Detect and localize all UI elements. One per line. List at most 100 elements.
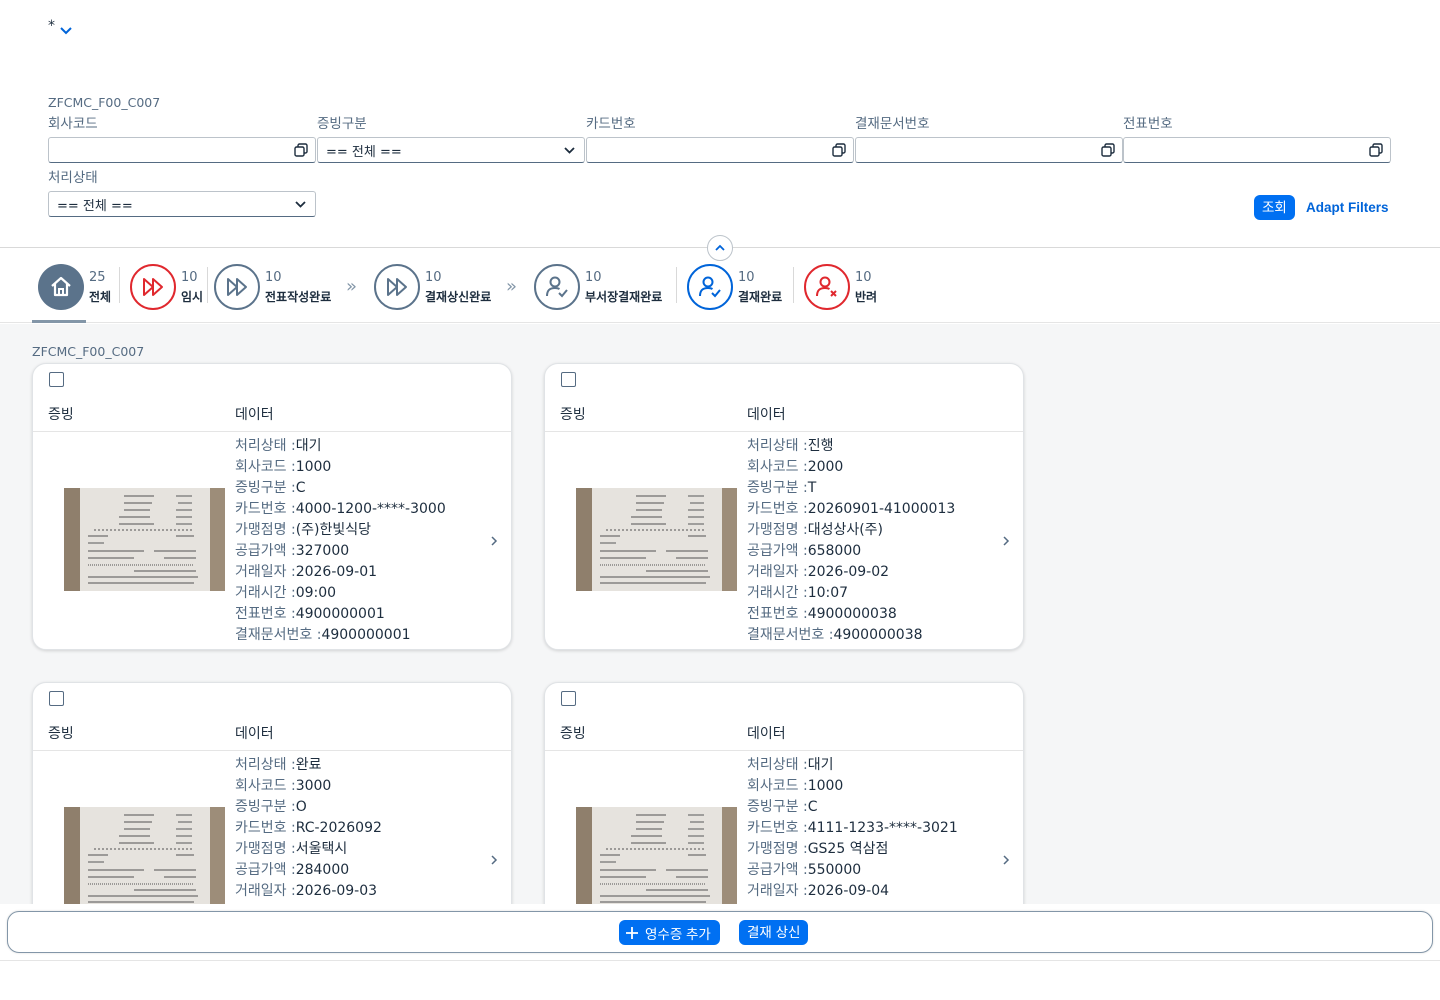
field-key: 회사코드 :	[235, 459, 296, 475]
chevron-down-icon[interactable]	[294, 198, 307, 211]
card-header: 증빙 데이터	[33, 402, 511, 432]
footer-toolbar: 영수증 추가 결재 상신	[7, 911, 1433, 953]
field-label: 카드번호	[586, 116, 636, 132]
step-count: 10	[855, 270, 872, 285]
step-label: 전체	[89, 290, 112, 304]
flow-arrow: »	[346, 276, 358, 297]
chevron-right-icon[interactable]	[1001, 534, 1011, 548]
card-number-input[interactable]	[586, 137, 854, 163]
field-value: 550000	[807, 862, 862, 878]
content-area: ZFCMC_F00_C007 증빙 데이터 처리상태:대기 회사코드:100…	[0, 324, 1440, 904]
step-rejected[interactable]: 10 반려	[804, 262, 877, 312]
field-row: 처리상태 :진행	[747, 436, 955, 457]
field-row: 가맹점명 :서울택시	[235, 839, 382, 860]
chevron-down-icon[interactable]	[59, 26, 73, 36]
field-label: 증빙구분	[317, 116, 367, 132]
field-key: 증빙구분 :	[235, 799, 296, 815]
receipt-card[interactable]: 증빙 데이터	[544, 682, 1024, 904]
field-row: 가맹점명 :대성상사(주)	[747, 520, 955, 541]
value-help-icon[interactable]	[832, 143, 846, 157]
step-count: 25	[89, 270, 106, 285]
chevron-right-icon[interactable]	[1001, 853, 1011, 867]
field-value: 327000	[295, 543, 350, 559]
add-receipt-button[interactable]: 영수증 추가	[619, 920, 720, 945]
chevron-right-icon[interactable]	[489, 853, 499, 867]
field-value: 2026-09-01	[295, 564, 378, 580]
adapt-filters-button[interactable]: Adapt Filters	[1306, 195, 1389, 220]
field-row: 처리상태 :대기	[235, 436, 446, 457]
step-all[interactable]: 25 전체	[38, 262, 111, 312]
home-icon	[38, 264, 84, 310]
field-row: 전표번호 :4900000001	[235, 604, 446, 625]
select-checkbox[interactable]	[561, 372, 576, 387]
field-key: 회사코드 :	[747, 778, 808, 794]
field-value: 2026-09-03	[295, 883, 378, 899]
process-status-select[interactable]: == 전체 ==	[48, 191, 316, 217]
receipt-image	[576, 807, 737, 904]
company-code-input[interactable]	[48, 137, 316, 163]
step-count: 10	[181, 270, 198, 285]
field-row: 처리상태 :대기	[747, 755, 958, 776]
value-help-icon[interactable]	[1101, 143, 1115, 157]
divider	[207, 267, 208, 303]
select-checkbox[interactable]	[49, 372, 64, 387]
step-label: 전표작성완료	[265, 290, 332, 304]
field-value: == 전체 ==	[57, 198, 133, 214]
field-key: 가맹점명 :	[235, 522, 296, 538]
step-dept-head-approved[interactable]: 10 부서장결재완료	[534, 262, 662, 312]
receipt-card[interactable]: 증빙 데이터	[32, 682, 512, 904]
chevron-down-icon[interactable]	[563, 144, 576, 157]
field-key: 거래시간 :	[235, 585, 296, 601]
content-title: ZFCMC_F00_C007	[32, 344, 145, 359]
step-count: 10	[738, 270, 755, 285]
go-button[interactable]: 조회	[1254, 195, 1295, 220]
field-key: 회사코드 :	[747, 459, 808, 475]
field-value: 2026-09-02	[807, 564, 890, 580]
page-title: *	[48, 18, 55, 34]
divider	[0, 960, 1440, 961]
submit-approval-button[interactable]: 결재 상신	[739, 920, 809, 945]
approval-doc-number-input[interactable]	[855, 137, 1123, 163]
field-row: 카드번호 :RC-2026092	[235, 818, 382, 839]
app-root: * ZFCMC_F00_C007 회사코드 증빙구분 == 전체 == 카드번호	[0, 0, 1440, 1000]
field-row: 회사코드 :1000	[747, 776, 958, 797]
field-value: 4000-1200-****-3000	[295, 501, 446, 517]
field-row: 카드번호 :4111-1233-****-3021	[747, 818, 958, 839]
evidence-type-select[interactable]: == 전체 ==	[317, 137, 585, 163]
chevron-right-icon[interactable]	[489, 534, 499, 548]
divider	[793, 267, 794, 303]
field-key: 증빙구분 :	[747, 480, 808, 496]
field-row: 증빙구분 :C	[747, 797, 958, 818]
value-help-icon[interactable]	[294, 143, 308, 157]
receipt-card[interactable]: 증빙 데이터	[544, 363, 1024, 650]
field-row: 공급가액 :550000	[747, 860, 958, 881]
page-title-area[interactable]: *	[48, 18, 73, 36]
field-value: 4900000038	[807, 606, 897, 622]
field-row: 전표번호 :4900000038	[747, 604, 955, 625]
select-checkbox[interactable]	[49, 691, 64, 706]
step-approved[interactable]: 10 결재완료	[687, 262, 782, 312]
slip-number-input[interactable]	[1123, 137, 1391, 163]
step-slip-created[interactable]: 10 전표작성완료	[214, 262, 331, 312]
field-value: GS25 역삼점	[807, 841, 889, 857]
field-value: == 전체 ==	[326, 144, 402, 160]
collapse-header-button[interactable]	[707, 235, 733, 261]
step-count: 10	[425, 270, 442, 285]
step-approval-submitted[interactable]: 10 결재상신완료	[374, 262, 491, 312]
receipt-card[interactable]: 증빙 데이터	[32, 363, 512, 650]
user-check-icon	[687, 264, 733, 310]
field-value: 1000	[807, 778, 844, 794]
step-label: 임시	[181, 290, 204, 304]
value-help-icon[interactable]	[1369, 143, 1383, 157]
step-temp[interactable]: 10 임시	[130, 262, 203, 312]
field-value: 4900000038	[833, 627, 923, 643]
double-play-icon	[374, 264, 420, 310]
field-row: 거래일자 :2026-09-03	[235, 881, 382, 902]
divider	[676, 267, 677, 303]
field-value: RC-2026092	[295, 820, 382, 836]
select-checkbox[interactable]	[561, 691, 576, 706]
field-row: 가맹점명 :(주)한빛식당	[235, 520, 446, 541]
field-row: 카드번호 :20260901-41000013	[747, 499, 955, 520]
field-key: 거래일자 :	[747, 883, 808, 899]
card-header: 증빙 데이터	[545, 402, 1023, 432]
